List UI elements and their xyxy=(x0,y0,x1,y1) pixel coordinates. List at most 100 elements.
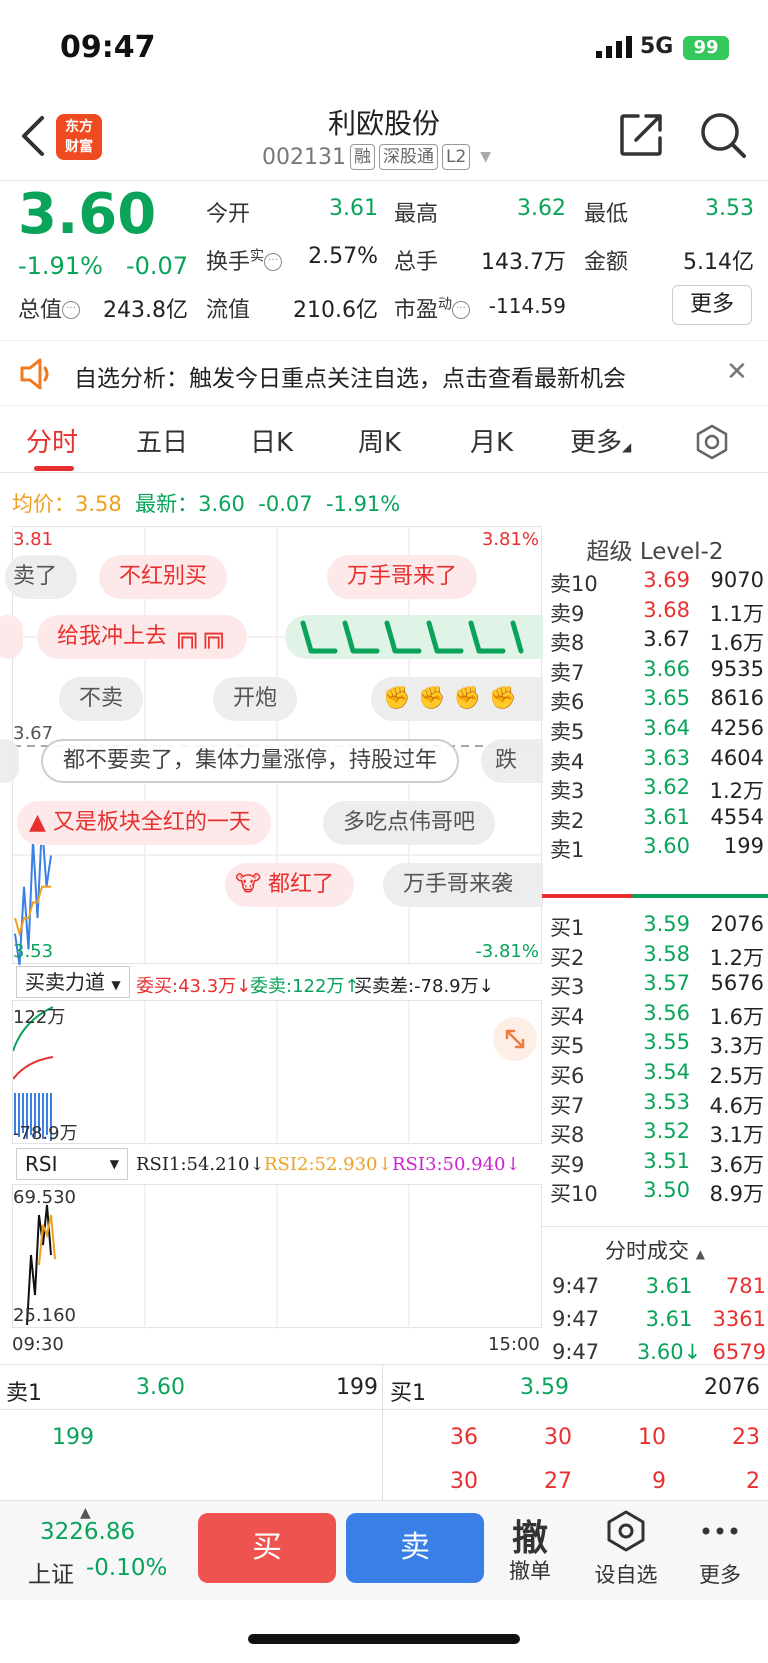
tag-margin: 融 xyxy=(349,144,375,170)
info-icon[interactable]: ··· xyxy=(62,301,81,319)
tab-monthly-k[interactable]: 月K xyxy=(470,422,513,459)
ask-price: 3.67 xyxy=(643,627,690,652)
buy-button[interactable]: 买 xyxy=(198,1513,336,1583)
comment-bubble[interactable]: 给我冲上去 ╔╗╔╗ xyxy=(37,615,247,659)
expand-button[interactable] xyxy=(493,1017,537,1061)
comment-bubble-fragment[interactable] xyxy=(0,739,19,783)
y-axis-top-pct: 3.81% xyxy=(481,529,539,550)
sell-button[interactable]: 卖 xyxy=(346,1513,484,1583)
intraday-chart[interactable]: 3.81 3.81% 3.67 3.53 -3.81% 卖了 不红别买 万手哥来… xyxy=(0,526,543,965)
bid-row[interactable]: 买5 3.55 3.3万 xyxy=(542,1030,768,1061)
rsi-indicator-chart[interactable]: 69.530 25.160 xyxy=(12,1184,542,1329)
comment-bubble[interactable]: ▲ 又是板块全红的一天 xyxy=(17,801,271,845)
rsi3-value: RSI3:50.940↓ xyxy=(392,1154,521,1175)
tab-five-day[interactable]: 五日 xyxy=(136,422,188,459)
network-type: 5G xyxy=(640,34,674,59)
ask-row[interactable]: 卖2 3.61 4554 xyxy=(542,805,768,836)
indicator-select-value: RSI xyxy=(25,1152,58,1176)
close-icon[interactable]: ✕ xyxy=(726,357,748,387)
tab-weekly-k[interactable]: 周K xyxy=(358,422,401,459)
tab-more[interactable]: 更多◢ xyxy=(570,422,631,459)
bid-row[interactable]: 买1 3.59 2076 xyxy=(542,912,768,943)
add-watchlist-button[interactable]: 设自选 xyxy=(586,1509,666,1589)
more-quote-button[interactable]: 更多 xyxy=(672,285,752,325)
comment-bubble[interactable]: 开炮 xyxy=(213,677,298,721)
bid-price: 3.51 xyxy=(643,1148,690,1173)
change-amount: -0.07 xyxy=(126,252,189,280)
stock-code-row[interactable]: 002131 融 深股通 L2 ▼ xyxy=(262,144,491,170)
action-bar: ▲ 3226.86 上证 -0.10% 买 卖 撤 撤单 设自选 更多 xyxy=(0,1500,768,1600)
bid-ask-diff: 买卖差:-78.9万↓ xyxy=(354,976,494,997)
indicator-select[interactable]: 买卖力道 ▼ xyxy=(16,966,130,998)
info-icon[interactable]: ··· xyxy=(452,301,471,319)
ask-row[interactable]: 卖8 3.67 1.6万 xyxy=(542,627,768,658)
ticks-header[interactable]: 分时成交 ▲ xyxy=(542,1226,768,1265)
bid-price: 3.50 xyxy=(643,1178,690,1203)
bid-row[interactable]: 买10 3.50 8.9万 xyxy=(542,1178,768,1209)
bid-row[interactable]: 买7 3.53 4.6万 xyxy=(542,1090,768,1121)
bid-volume: 3.3万 xyxy=(709,1034,764,1059)
share-icon[interactable] xyxy=(618,112,664,158)
ask-row[interactable]: 卖1 3.60 199 xyxy=(542,834,768,865)
bid-volume: 2.5万 xyxy=(709,1064,764,1088)
tick-volume: 781 xyxy=(725,1274,766,1298)
ask-row[interactable]: 卖3 3.62 1.2万 xyxy=(542,775,768,806)
comment-bubble[interactable]: 卖了 xyxy=(5,555,78,599)
buy-queue-item: 30 xyxy=(544,1425,572,1450)
info-icon[interactable]: ··· xyxy=(264,253,283,271)
total-cap-label-text: 总值 xyxy=(18,298,63,323)
bid-row[interactable]: 买3 3.57 5676 xyxy=(542,971,768,1002)
comment-text: 又是板块全红的一天 xyxy=(52,810,251,835)
indicator-select[interactable]: RSI ▼ xyxy=(16,1148,128,1180)
comment-bubble-fragment[interactable] xyxy=(0,615,23,659)
comment-bubble[interactable]: 🐮 都红了 xyxy=(225,863,355,907)
tab-intraday[interactable]: 分时 xyxy=(26,422,78,459)
gear-icon[interactable] xyxy=(694,424,730,460)
search-icon[interactable] xyxy=(700,110,746,160)
rsi2-value: RSI2:52.930↓ xyxy=(264,1154,393,1175)
comment-bubble[interactable]: 不卖 xyxy=(59,677,144,721)
last-price: 3.60 xyxy=(18,182,157,247)
cancel-order-button[interactable]: 撤 撤单 xyxy=(490,1509,570,1585)
tick-volume: 3361 xyxy=(712,1307,766,1331)
comment-bubble-green[interactable] xyxy=(285,615,543,659)
bid-row[interactable]: 买8 3.52 3.1万 xyxy=(542,1119,768,1150)
y-axis-bottom: 3.53 xyxy=(13,941,54,962)
ask-volume-text: 委卖:122万 xyxy=(250,976,345,997)
tab-daily-k[interactable]: 日K xyxy=(250,422,293,459)
bid-row[interactable]: 买6 3.54 2.5万 xyxy=(542,1060,768,1091)
bid-row[interactable]: 买2 3.58 1.2万 xyxy=(542,942,768,973)
ask-row[interactable]: 卖4 3.63 4604 xyxy=(542,746,768,777)
dip-icon xyxy=(300,620,524,654)
comment-bubble[interactable]: 不红别买 xyxy=(99,555,228,599)
ask-row[interactable]: 卖7 3.66 9535 xyxy=(542,657,768,688)
avg-line xyxy=(14,885,51,938)
level2-panel[interactable]: 超级 Level-2 卖10 3.69 9070 卖9 3.68 1.1万 卖8 3.67 1.… xyxy=(542,526,768,1364)
bid-row[interactable]: 买4 3.56 1.6万 xyxy=(542,1001,768,1032)
cancel-order-label: 撤单 xyxy=(509,1559,551,1583)
divider xyxy=(382,1365,383,1501)
more-actions-button[interactable]: 更多 xyxy=(680,1509,760,1589)
comment-bubble[interactable]: 都不要卖了，集体力量涨停，持股过年 xyxy=(41,739,460,783)
comment-bubble[interactable]: 万手哥来了 xyxy=(327,555,478,599)
rsi1-value: RSI1:54.210↓ xyxy=(136,1154,265,1175)
ask-row[interactable]: 卖5 3.64 4256 xyxy=(542,716,768,747)
avg-value: 3.58 xyxy=(75,492,122,516)
buy1-volume: 2076 xyxy=(704,1375,760,1400)
comment-bubble[interactable]: 万手哥来袭 xyxy=(383,863,543,907)
index-change: -0.10% xyxy=(86,1555,168,1581)
ask-price: 3.69 xyxy=(643,568,690,592)
ask-row[interactable]: 卖6 3.65 8616 xyxy=(542,686,768,717)
bid-price: 3.54 xyxy=(643,1060,690,1084)
comment-bubble[interactable]: 跌 xyxy=(481,739,543,783)
ask-row[interactable]: 卖10 3.69 9070 xyxy=(542,568,768,599)
flow-indicator-chart[interactable]: 122万 -78.9万 xyxy=(12,1000,542,1145)
comment-bubble[interactable]: 多吃点伟哥吧 xyxy=(323,801,496,845)
ask-row[interactable]: 卖9 3.68 1.1万 xyxy=(542,598,768,629)
comment-bubble-emoji[interactable]: ✊✊✊✊ xyxy=(371,677,543,721)
stock-code: 002131 xyxy=(262,144,346,170)
alert-banner[interactable]: 自选分析：触发今日重点关注自选，点击查看最新机会 ✕ xyxy=(0,340,768,406)
float-cap-value: 210.6亿 xyxy=(293,298,378,323)
bid-row[interactable]: 买9 3.51 3.6万 xyxy=(542,1149,768,1180)
y-axis-top: 3.81 xyxy=(13,529,54,550)
